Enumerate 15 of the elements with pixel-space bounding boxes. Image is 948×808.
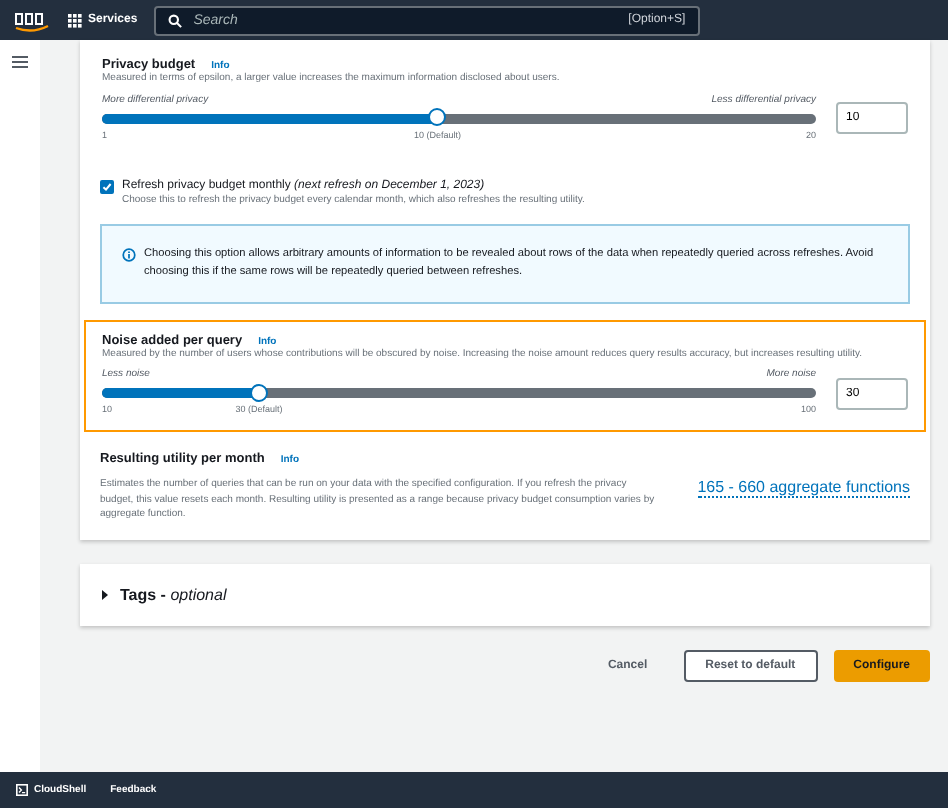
- slider[interactable]: [102, 388, 816, 399]
- slider-thumb[interactable]: [250, 383, 269, 402]
- terminal-icon: [16, 784, 28, 796]
- slider[interactable]: [102, 113, 816, 123]
- utility-value[interactable]: 165 - 660 aggregate functions: [697, 478, 910, 499]
- refresh-checkbox[interactable]: [100, 179, 114, 193]
- menu-icon[interactable]: [12, 56, 28, 68]
- slider-thumb[interactable]: [428, 108, 447, 126]
- grid-icon: [68, 13, 82, 27]
- info-icon: [122, 248, 136, 263]
- caret-icon: [100, 589, 110, 600]
- check-icon: [102, 181, 112, 191]
- tags-expander[interactable]: Tags - optional: [80, 563, 930, 626]
- search-icon: [167, 13, 182, 27]
- logo-icon[interactable]: [12, 8, 52, 32]
